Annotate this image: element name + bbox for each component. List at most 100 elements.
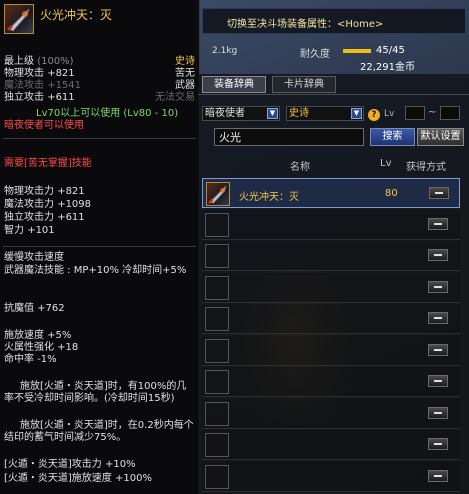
extra-stat-line: 命中率 -1% xyxy=(4,354,57,365)
stat-value: +821 xyxy=(47,68,75,79)
grade-text: 最上级 xyxy=(4,56,34,67)
kunai-weapon-icon xyxy=(4,4,34,34)
weapon-magic-skill: 武器魔法技能 : MP+10% 冷却时间+5% xyxy=(4,265,187,276)
skill-requirement: 需要[苦无掌握]技能 xyxy=(4,158,92,169)
column-level: Lv xyxy=(380,158,392,169)
durability-label: 耐久度 xyxy=(300,49,330,60)
max-level-input[interactable] xyxy=(440,106,460,120)
obtain-method-button[interactable] xyxy=(428,438,448,450)
kunai-weapon-icon xyxy=(206,182,230,206)
item-name: 火光冲天：灭 xyxy=(40,8,113,22)
stat-value: +611 xyxy=(47,92,75,103)
obtain-method-button[interactable] xyxy=(428,406,448,419)
stat-label: 魔法攻击力 xyxy=(4,199,54,210)
base-stat-line: 物理攻击 +821 xyxy=(4,68,75,80)
obtain-method-button[interactable] xyxy=(428,312,448,324)
rarity-select[interactable]: 史诗 ▼ xyxy=(286,106,364,121)
item-rarity: 史诗 xyxy=(175,56,195,67)
empty-slot-icon xyxy=(205,401,229,426)
stat-label: 物理攻击 xyxy=(4,68,44,79)
obtain-method-button[interactable] xyxy=(428,343,448,356)
class-requirement: 暗夜使者可以使用 xyxy=(4,120,84,131)
divider xyxy=(3,246,196,247)
empty-slot-icon xyxy=(205,275,229,300)
bonus-attack: [火遁・炎天道]攻击力 +10% xyxy=(4,459,136,470)
empty-slot-icon xyxy=(205,338,229,363)
stat-label: 物理攻击力 xyxy=(4,186,54,197)
attack-stat-line: 智力 +101 xyxy=(4,225,55,237)
stat-value: +1541 xyxy=(47,80,82,91)
empty-slot-icon xyxy=(205,433,229,457)
class-select-value: 暗夜使者 xyxy=(205,108,245,119)
class-select[interactable]: 暗夜使者 ▼ xyxy=(202,106,280,121)
table-row[interactable] xyxy=(202,209,460,240)
description-2: 施放[火遁・炎天道]时，在0.2秒内每个结印的蓄气时间减少75%。 xyxy=(4,420,194,443)
column-obtain-method: 获得方式 xyxy=(406,162,446,173)
pvp-switch-text: 切换至决斗场装备属性：<Home> xyxy=(227,19,384,30)
stat-label: 魔法攻击 xyxy=(4,80,44,91)
tab-divider xyxy=(198,94,469,95)
default-settings-button[interactable]: 默认设置 xyxy=(417,128,464,146)
tab-equipment-dictionary[interactable]: 装备辞典 xyxy=(202,76,266,93)
table-row[interactable] xyxy=(202,241,460,271)
divider xyxy=(3,138,196,139)
attack-stat-line: 魔法攻击力 +1098 xyxy=(4,199,91,211)
column-name: 名称 xyxy=(290,162,310,173)
obtain-method-button[interactable] xyxy=(428,249,448,261)
table-row[interactable] xyxy=(202,304,460,334)
table-row[interactable] xyxy=(202,430,460,460)
durability-value: 45/45 xyxy=(376,45,405,56)
stat-value: +821 xyxy=(57,186,85,197)
inventory-weight: 2.1kg xyxy=(212,46,238,56)
dropdown-arrow-icon: ▼ xyxy=(267,108,278,119)
base-stat-line: 独立攻击 +611 xyxy=(4,92,75,104)
search-button[interactable]: 搜索 xyxy=(370,128,415,146)
rarity-select-value: 史诗 xyxy=(289,108,309,119)
table-row[interactable] xyxy=(202,335,460,366)
empty-slot-icon xyxy=(205,307,229,331)
empty-slot-icon xyxy=(205,212,229,237)
stat-label: 独立攻击力 xyxy=(4,212,54,223)
obtain-method-button[interactable] xyxy=(428,375,448,387)
description-1: 施放[火遁・炎天道]时，有100%的几率不受冷却时间影响。(冷却时间15秒) xyxy=(4,381,187,404)
stat-value: +611 xyxy=(57,212,85,223)
empty-slot-icon xyxy=(205,464,229,489)
level-requirement: Lv70以上可以使用 (Lv80 - 10) xyxy=(36,108,179,119)
dropdown-arrow-icon: ▼ xyxy=(351,108,362,119)
extra-stat-line: 施放速度 +5% xyxy=(4,330,72,341)
pvp-switch-bar[interactable]: 切换至决斗场装备属性：<Home> xyxy=(202,8,466,34)
tag-weapon: 武器 xyxy=(175,80,195,91)
obtain-method-button[interactable] xyxy=(428,280,448,293)
tag-untradeable: 无法交易 xyxy=(155,92,195,103)
empty-slot-icon xyxy=(205,370,229,394)
row-item-level: 80 xyxy=(385,188,398,199)
attack-speed: 缓慢攻击速度 xyxy=(4,252,64,263)
table-row[interactable] xyxy=(202,367,460,397)
search-input[interactable] xyxy=(214,128,364,146)
level-filter-label: Lv xyxy=(384,109,395,119)
stat-label: 智力 xyxy=(4,225,24,236)
stat-label: 独立攻击 xyxy=(4,92,44,103)
table-row[interactable]: 火光冲天：灭 80 xyxy=(202,178,460,208)
help-icon[interactable]: ? xyxy=(368,109,380,121)
item-tooltip: 火光冲天：灭 最上级 (100%) 史诗 苦无 武器 无法交易 Lv70以上可以… xyxy=(0,0,200,494)
tab-card-dictionary[interactable]: 卡片辞典 xyxy=(272,76,336,93)
min-level-input[interactable] xyxy=(405,106,425,120)
obtain-method-button[interactable] xyxy=(428,217,448,230)
stat-value: +1098 xyxy=(57,199,92,210)
durability-bar xyxy=(343,49,371,53)
item-grade: 最上级 (100%) xyxy=(4,56,74,68)
table-row[interactable] xyxy=(202,461,460,492)
table-header: 名称 Lv 获得方式 xyxy=(200,156,466,173)
obtain-method-button[interactable] xyxy=(429,187,449,199)
empty-slot-icon xyxy=(205,244,229,268)
attack-stat-line: 物理攻击力 +821 xyxy=(4,186,85,198)
bonus-cast-speed: [火遁・炎天道]施放速度 +100% xyxy=(4,473,152,484)
extra-stat-line: 火属性强化 +18 xyxy=(4,342,79,353)
base-stat-line: 魔法攻击 +1541 xyxy=(4,80,81,92)
table-row[interactable] xyxy=(202,272,460,303)
gold-amount: 22,291金币 xyxy=(360,62,415,73)
level-range-separator: ~ xyxy=(428,107,437,118)
obtain-method-button[interactable] xyxy=(428,469,448,482)
table-row[interactable] xyxy=(202,398,460,429)
